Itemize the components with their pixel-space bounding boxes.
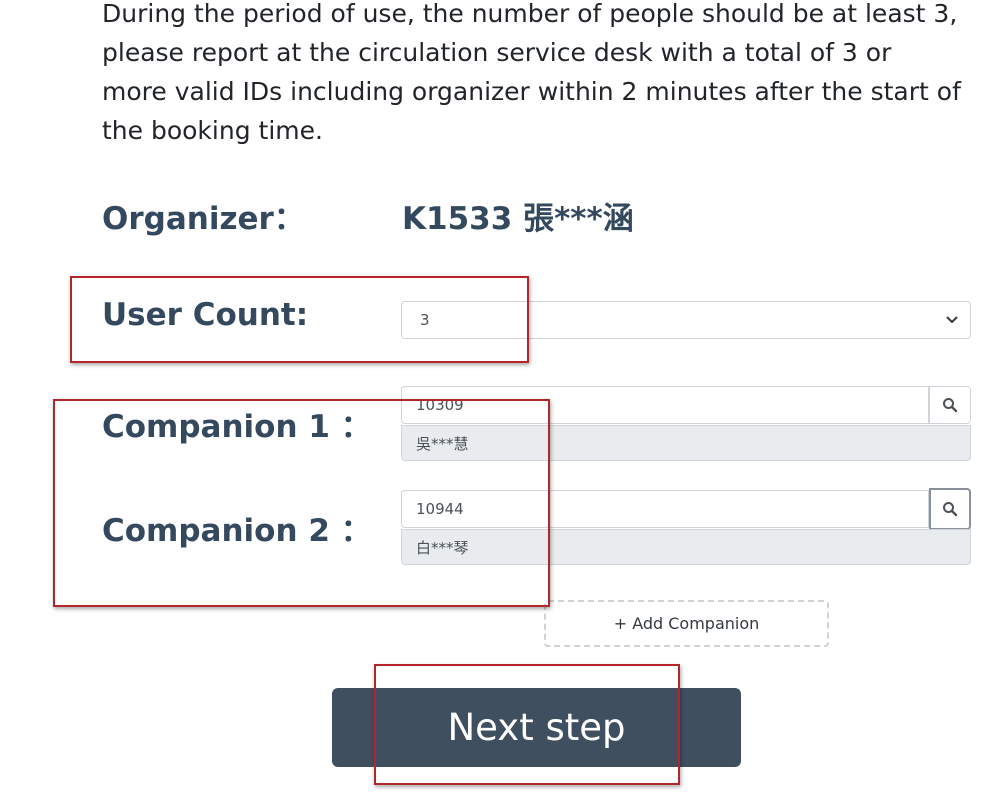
search-icon bbox=[943, 398, 958, 413]
companion-1-label: Companion 1 ： bbox=[102, 409, 372, 445]
search-icon bbox=[943, 502, 958, 517]
companion-2-label: Companion 2 ： bbox=[102, 513, 372, 549]
organizer-label: Organizer： bbox=[102, 201, 305, 237]
companion-2-id-input[interactable]: 10944 bbox=[401, 490, 929, 528]
user-count-selected-value: 3 bbox=[420, 311, 430, 329]
companion-2-id-value: 10944 bbox=[416, 500, 464, 518]
companion-1-id-value: 10309 bbox=[416, 396, 464, 414]
companion-2-name: 白***琴 bbox=[401, 529, 971, 565]
user-count-label: User Count: bbox=[102, 297, 309, 333]
organizer-value: K1533 張***涵 bbox=[402, 201, 634, 237]
chevron-down-icon bbox=[946, 316, 958, 323]
add-companion-button[interactable]: + Add Companion bbox=[544, 600, 829, 647]
booking-notice: During the period of use, the number of … bbox=[102, 0, 961, 145]
next-step-button[interactable]: Next step bbox=[332, 688, 741, 767]
companion-1-search-button[interactable] bbox=[929, 386, 971, 424]
companion-2-search-button[interactable] bbox=[929, 488, 971, 530]
user-count-select[interactable]: 3 bbox=[401, 301, 971, 339]
companion-1-name: 吳***慧 bbox=[401, 425, 971, 461]
companion-1-id-input[interactable]: 10309 bbox=[401, 386, 929, 424]
